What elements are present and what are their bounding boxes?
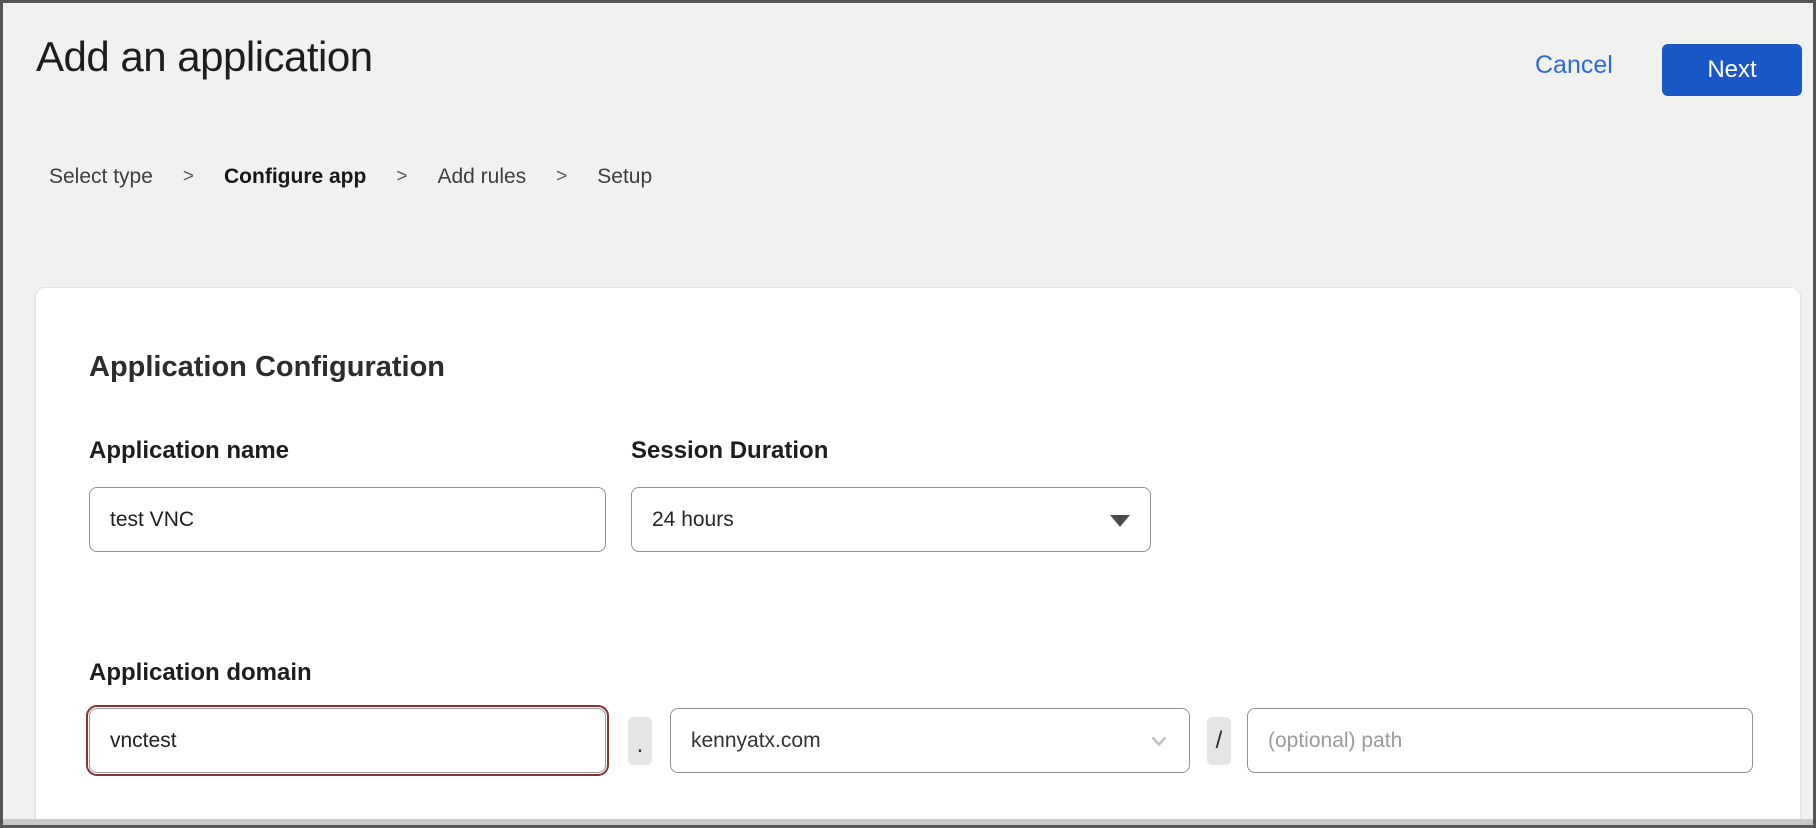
app-window: Add an application Cancel Next Select ty… bbox=[0, 0, 1816, 828]
next-button[interactable]: Next bbox=[1662, 44, 1802, 96]
domain-select-value: kennyatx.com bbox=[691, 729, 821, 753]
session-duration-select[interactable]: 24 hours bbox=[631, 487, 1151, 552]
window-bottom-edge bbox=[3, 819, 1813, 825]
breadcrumb-separator: > bbox=[556, 166, 567, 188]
cancel-button[interactable]: Cancel bbox=[1535, 51, 1613, 80]
session-duration-label: Session Duration bbox=[631, 437, 828, 465]
application-domain-label: Application domain bbox=[89, 659, 312, 687]
application-name-input[interactable] bbox=[89, 487, 606, 552]
breadcrumb-separator: > bbox=[183, 166, 194, 188]
application-name-label: Application name bbox=[89, 437, 289, 465]
step-add-rules[interactable]: Add rules bbox=[437, 165, 526, 189]
chevron-down-icon bbox=[1145, 727, 1173, 755]
session-duration-value: 24 hours bbox=[652, 508, 734, 532]
slash-separator: / bbox=[1207, 717, 1231, 765]
page-title: Add an application bbox=[36, 33, 373, 81]
subdomain-input[interactable] bbox=[89, 708, 606, 773]
step-configure-app[interactable]: Configure app bbox=[224, 165, 366, 189]
step-setup[interactable]: Setup bbox=[597, 165, 652, 189]
chevron-down-icon bbox=[1110, 515, 1130, 527]
path-input[interactable] bbox=[1247, 708, 1753, 773]
step-select-type[interactable]: Select type bbox=[49, 165, 153, 189]
dot-separator: . bbox=[628, 717, 652, 765]
application-domain-row: . kennyatx.com / bbox=[89, 708, 1753, 773]
breadcrumb: Select type > Configure app > Add rules … bbox=[49, 165, 652, 189]
section-title: Application Configuration bbox=[89, 351, 445, 384]
breadcrumb-separator: > bbox=[396, 166, 407, 188]
domain-select[interactable]: kennyatx.com bbox=[670, 708, 1190, 773]
